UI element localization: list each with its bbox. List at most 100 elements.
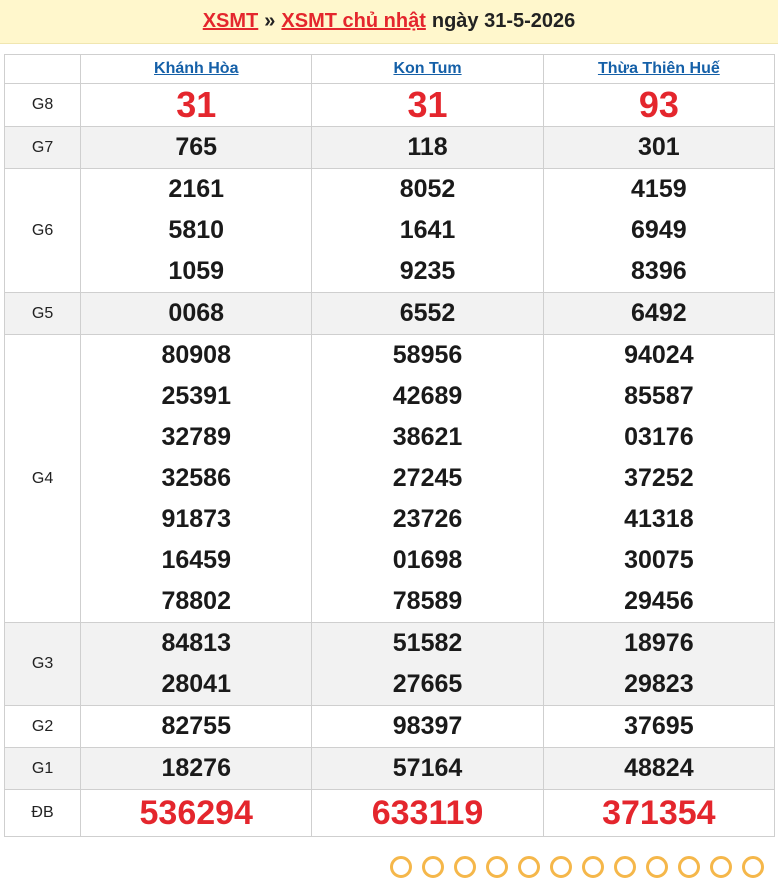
circle-icon	[614, 856, 636, 878]
circle-icon	[422, 856, 444, 878]
prize-number: 30075	[624, 546, 694, 574]
prize-number: 57164	[392, 754, 463, 782]
prize-number: 37252	[624, 464, 694, 492]
prize-label: G3	[3, 622, 82, 706]
province-name[interactable]: Kon Tum	[393, 60, 461, 77]
xsmt-link[interactable]: XSMT	[203, 10, 259, 33]
prize-cell: 8052 1641 9235	[311, 168, 544, 293]
prize-number: 41318	[624, 505, 694, 533]
province-khanh-hoa[interactable]: Khánh Hòa	[80, 54, 313, 84]
prize-number: 0068	[168, 299, 225, 327]
prize-label: G4	[3, 334, 82, 623]
prize-number: 28041	[161, 670, 231, 698]
prize-cell: 4159 6949 8396	[542, 168, 776, 293]
prize-row: G4 80908 25391 32789 32586 91873 16459 78802 589…	[3, 334, 776, 623]
prize-cell: 82755	[80, 705, 313, 748]
prize-cell: 6492	[542, 292, 776, 335]
prize-row: G8 31 31 93	[3, 83, 776, 127]
prize-cell: 301	[542, 126, 776, 169]
prize-row: G1 18276 57164 48824	[3, 747, 776, 790]
province-name[interactable]: Thừa Thiên Huế	[598, 60, 720, 77]
circle-icon	[454, 856, 476, 878]
circle-icon	[646, 856, 668, 878]
page-title: XSMT » XSMT chủ nhật ngày 31-5-2026	[0, 0, 778, 44]
prize-label: G6	[3, 168, 82, 293]
prize-cell: 765	[80, 126, 313, 169]
circle-icon	[390, 856, 412, 878]
prize-cell: 18976 29823	[542, 622, 776, 706]
prize-cell: 80908 25391 32789 32586 91873 16459 78802	[80, 334, 313, 623]
prize-cell: 37695	[542, 705, 776, 748]
prize-cell: 18276	[80, 747, 313, 790]
prize-number: 93	[638, 84, 679, 125]
prize-number: 78802	[161, 587, 231, 615]
prize-row: G3 84813 28041 51582 27665 18976 29823	[3, 622, 776, 706]
prize-number: 18276	[161, 754, 231, 782]
prize-number: 2161	[168, 175, 225, 203]
circle-icon	[486, 856, 508, 878]
prize-number: 82755	[161, 712, 231, 740]
decorative-circles	[390, 856, 764, 878]
prize-number: 84813	[161, 629, 231, 657]
prize-cell: 31	[311, 83, 544, 127]
province-header-row: Khánh Hòa Kon Tum Thừa Thiên Huế	[3, 54, 776, 84]
prize-number: 8396	[631, 257, 687, 285]
prize-row: G5 0068 6552 6492	[3, 292, 776, 335]
prize-row: ĐB 536294 633119 371354	[3, 789, 776, 837]
breadcrumb-separator: »	[264, 10, 276, 32]
prize-number: 8052	[399, 175, 456, 203]
prize-number: 6949	[631, 216, 687, 244]
prize-number: 03176	[624, 423, 694, 451]
prize-cell: 98397	[311, 705, 544, 748]
prize-number: 1059	[168, 257, 225, 285]
prize-number: 25391	[161, 382, 231, 410]
circle-icon	[582, 856, 604, 878]
prize-cell: 57164	[311, 747, 544, 790]
prize-number: 42689	[392, 382, 463, 410]
prize-number: 301	[637, 133, 680, 161]
prize-number: 98397	[392, 712, 463, 740]
prize-number: 58956	[392, 341, 463, 369]
prize-number: 4159	[631, 175, 687, 203]
prize-row: G2 82755 98397 37695	[3, 705, 776, 748]
prize-cell: 633119	[311, 789, 544, 837]
prize-cell: 58956 42689 38621 27245 23726 01698 78589	[311, 334, 544, 623]
results-table: Khánh Hòa Kon Tum Thừa Thiên Huế G8 31 31 9…	[3, 54, 776, 837]
prize-cell: 6552	[311, 292, 544, 335]
prize-number: 32789	[161, 423, 231, 451]
province-thua-thien-hue[interactable]: Thừa Thiên Huế	[542, 54, 776, 84]
prize-cell: 118	[311, 126, 544, 169]
circle-icon	[742, 856, 764, 878]
prize-label: G8	[3, 83, 82, 127]
province-kon-tum[interactable]: Kon Tum	[311, 54, 544, 84]
prize-number: 37695	[624, 712, 694, 740]
prize-number: 765	[175, 133, 218, 161]
prize-number: 371354	[602, 794, 716, 832]
prize-cell: 0068	[80, 292, 313, 335]
prize-cell: 371354	[542, 789, 776, 837]
xsmt-sunday-link[interactable]: XSMT chủ nhật	[281, 10, 425, 33]
prize-number: 536294	[139, 794, 253, 832]
prize-cell: 93	[542, 83, 776, 127]
prize-row: G7 765 118 301	[3, 126, 776, 169]
prize-number: 27665	[392, 670, 463, 698]
prize-cell: 536294	[80, 789, 313, 837]
prize-number: 38621	[392, 423, 463, 451]
prize-label: G2	[3, 705, 82, 748]
prize-number: 31	[176, 84, 217, 125]
prize-number: 1641	[399, 216, 456, 244]
draw-date: ngày 31-5-2026	[431, 10, 576, 32]
prize-number: 94024	[624, 341, 694, 369]
prize-cell: 94024 85587 03176 37252 41318 30075 29456	[542, 334, 776, 623]
circle-icon	[678, 856, 700, 878]
circle-icon	[550, 856, 572, 878]
prize-cell: 2161 5810 1059	[80, 168, 313, 293]
prize-number: 48824	[624, 754, 694, 782]
prize-number: 51582	[392, 629, 463, 657]
prize-label: G5	[3, 292, 82, 335]
prize-number: 6552	[399, 299, 456, 327]
prize-number: 85587	[624, 382, 694, 410]
prize-number: 23726	[392, 505, 463, 533]
province-name[interactable]: Khánh Hòa	[154, 60, 238, 77]
circle-icon	[710, 856, 732, 878]
